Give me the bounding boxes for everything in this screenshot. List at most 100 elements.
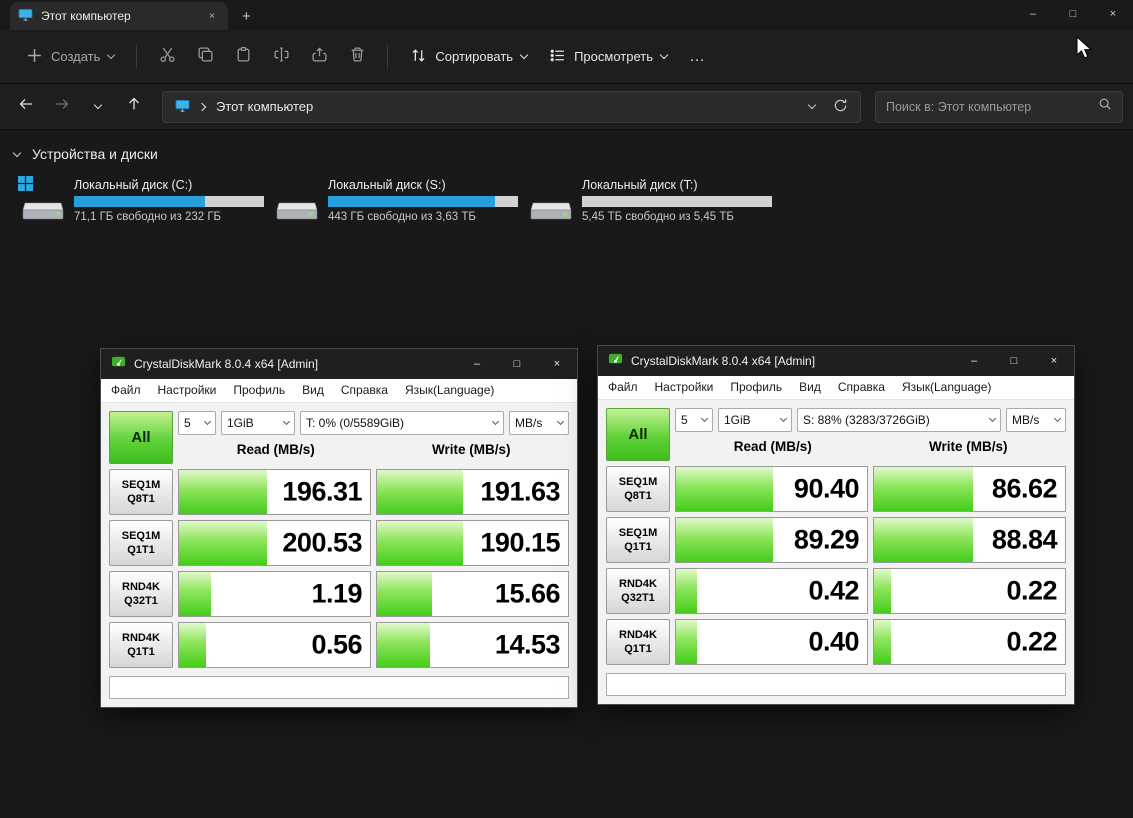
maximize-button[interactable]: □ (1053, 0, 1093, 28)
menu-item[interactable]: Справка (838, 380, 885, 394)
result-value: 191.63 (480, 476, 560, 507)
result-value: 0.42 (808, 575, 859, 606)
write-cell: 88.84 (873, 517, 1066, 563)
result-bar (377, 470, 463, 514)
search-box[interactable] (875, 90, 1123, 123)
menu-item[interactable]: Вид (302, 383, 324, 397)
drive-item[interactable]: Локальный диск (C:) 71,1 ГБ свободно из … (16, 174, 270, 227)
drive-item[interactable]: Локальный диск (S:) 443 ГБ свободно из 3… (270, 174, 524, 227)
cdm-title-bar[interactable]: CrystalDiskMark 8.0.4 x64 [Admin] – □ × (598, 346, 1074, 376)
test-queue: Q1T1 (624, 541, 652, 553)
breadcrumb-root[interactable]: Этот компьютер (216, 99, 313, 114)
close-button[interactable]: × (537, 349, 577, 379)
test-type-button[interactable]: RND4K Q1T1 (606, 619, 670, 665)
target-drive-select[interactable]: T: 0% (0/5589GiB) (300, 411, 504, 435)
result-bar (676, 569, 697, 613)
sort-icon (410, 47, 427, 67)
test-queue: Q8T1 (624, 490, 652, 502)
test-count-select[interactable]: 5 (178, 411, 216, 435)
breadcrumb[interactable]: Этот компьютер (162, 90, 861, 123)
explorer-tab[interactable]: Этот компьютер × (10, 2, 228, 30)
result-value: 0.22 (1006, 626, 1057, 657)
test-type-button[interactable]: SEQ1M Q8T1 (606, 466, 670, 512)
result-bar (377, 572, 433, 616)
devices-section-header[interactable]: Устройства и диски (8, 144, 1125, 164)
minimize-button[interactable]: – (457, 349, 497, 379)
read-cell: 0.40 (675, 619, 868, 665)
rename-button[interactable] (263, 40, 299, 74)
copy-button[interactable] (187, 40, 223, 74)
minimize-button[interactable]: – (954, 346, 994, 376)
view-button[interactable]: Просмотреть (539, 40, 677, 74)
cdm-title: CrystalDiskMark 8.0.4 x64 [Admin] (134, 357, 319, 371)
scissors-icon (159, 46, 176, 68)
refresh-icon[interactable] (833, 98, 848, 116)
address-dropdown-icon[interactable] (807, 100, 817, 110)
recent-locations-button[interactable] (82, 91, 114, 123)
menu-item[interactable]: Справка (341, 383, 388, 397)
test-count-select[interactable]: 5 (675, 408, 713, 432)
unit-select[interactable]: MB/s (1006, 408, 1066, 432)
menu-item[interactable]: Файл (608, 380, 638, 394)
share-button[interactable] (301, 40, 337, 74)
drive-name: Локальный диск (C:) (74, 178, 193, 192)
copy-icon (197, 46, 214, 68)
toolbar-separator (136, 44, 138, 69)
up-button[interactable] (118, 91, 150, 123)
result-bar (676, 620, 697, 664)
tab-close-icon[interactable]: × (204, 8, 220, 24)
test-type-button[interactable]: RND4K Q32T1 (606, 568, 670, 614)
section-title: Устройства и диски (32, 146, 158, 162)
result-bar (676, 467, 774, 511)
more-options-button[interactable]: … (679, 48, 716, 66)
test-type-button[interactable]: RND4K Q1T1 (109, 622, 173, 668)
minimize-button[interactable]: – (1013, 0, 1053, 28)
test-name: RND4K (122, 631, 160, 644)
test-size-select[interactable]: 1GiB (221, 411, 295, 435)
drive-icon (526, 178, 574, 223)
test-type-button[interactable]: SEQ1M Q8T1 (109, 469, 173, 515)
back-button[interactable] (10, 91, 42, 123)
sort-button[interactable]: Сортировать (400, 40, 537, 74)
close-button[interactable]: × (1093, 0, 1133, 28)
drives-row: Локальный диск (C:) 71,1 ГБ свободно из … (8, 174, 1125, 227)
delete-button[interactable] (339, 40, 375, 74)
target-drive-select[interactable]: S: 88% (3283/3726GiB) (797, 408, 1001, 432)
menu-item[interactable]: Профиль (233, 383, 285, 397)
cdm-title-bar[interactable]: CrystalDiskMark 8.0.4 x64 [Admin] – □ × (101, 349, 577, 379)
close-button[interactable]: × (1034, 346, 1074, 376)
new-tab-button[interactable]: + (242, 8, 251, 25)
test-type-button[interactable]: RND4K Q32T1 (109, 571, 173, 617)
test-size-value: 1GiB (227, 416, 254, 430)
menu-item[interactable]: Настройки (158, 383, 217, 397)
cut-button[interactable] (149, 40, 185, 74)
menu-item[interactable]: Профиль (730, 380, 782, 394)
share-icon (311, 46, 328, 68)
result-bar (377, 623, 431, 667)
test-count-value: 5 (681, 413, 688, 427)
cdm-menubar: Файл Настройки Профиль Вид Справка Язык(Langu… (598, 376, 1074, 400)
menu-item[interactable]: Вид (799, 380, 821, 394)
test-size-select[interactable]: 1GiB (718, 408, 792, 432)
menu-item[interactable]: Настройки (655, 380, 714, 394)
maximize-button[interactable]: □ (497, 349, 537, 379)
all-test-button[interactable]: All (109, 411, 173, 464)
menu-item[interactable]: Язык(Language) (405, 383, 494, 397)
forward-button[interactable] (46, 91, 78, 123)
menu-item[interactable]: Язык(Language) (902, 380, 991, 394)
cdm-status-bar (606, 673, 1066, 696)
search-input[interactable] (886, 99, 1098, 114)
test-type-button[interactable]: SEQ1M Q1T1 (606, 517, 670, 563)
all-test-button[interactable]: All (606, 408, 670, 461)
crystaldiskmark-icon (111, 354, 126, 374)
test-queue: Q1T1 (127, 544, 155, 556)
new-button[interactable]: Создать (16, 40, 124, 74)
menu-item[interactable]: Файл (111, 383, 141, 397)
maximize-button[interactable]: □ (994, 346, 1034, 376)
test-type-button[interactable]: SEQ1M Q1T1 (109, 520, 173, 566)
unit-select[interactable]: MB/s (509, 411, 569, 435)
drive-item[interactable]: Локальный диск (T:) 5,45 ТБ свободно из … (524, 174, 778, 227)
windows-logo (18, 176, 33, 191)
read-cell: 196.31 (178, 469, 371, 515)
paste-button[interactable] (225, 40, 261, 74)
